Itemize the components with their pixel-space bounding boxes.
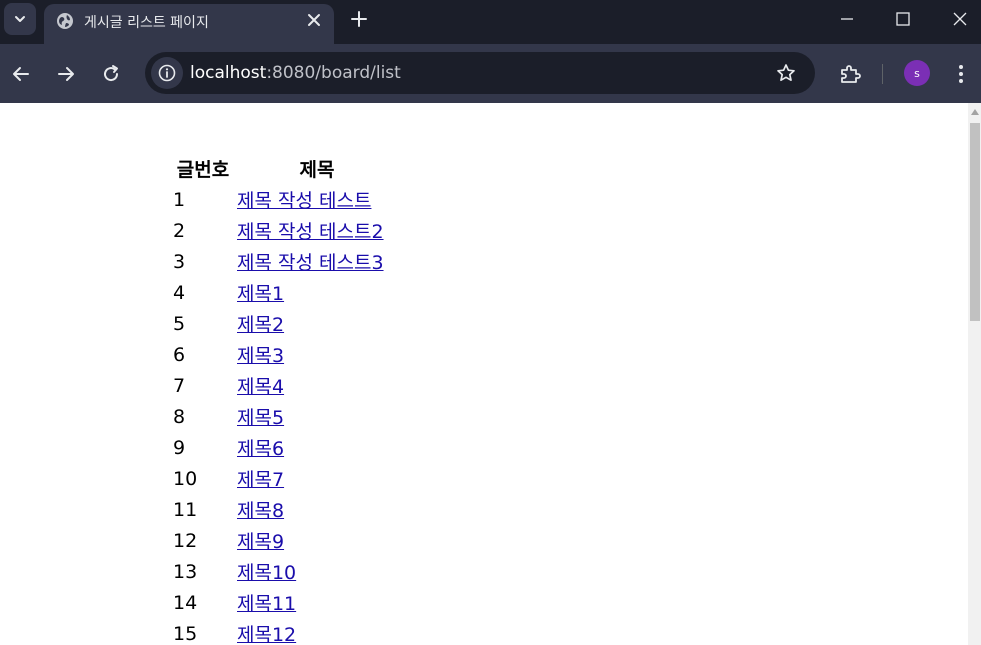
post-title-cell: 제목3 bbox=[236, 340, 398, 369]
star-icon[interactable] bbox=[776, 63, 796, 83]
post-title-cell: 제목7 bbox=[236, 464, 398, 493]
post-title-cell: 제목 작성 테스트3 bbox=[236, 247, 398, 276]
post-number-cell: 15 bbox=[173, 622, 198, 645]
table-row: 4 제목1 bbox=[172, 278, 398, 307]
post-title-link[interactable]: 제목5 bbox=[237, 407, 284, 429]
info-icon bbox=[158, 64, 176, 82]
post-number-cell: 3 bbox=[173, 250, 186, 273]
table-header-row: 글번호 제목 bbox=[172, 154, 398, 183]
active-tab[interactable]: 게시글 리스트 페이지 bbox=[44, 4, 334, 44]
post-title-cell: 제목12 bbox=[236, 619, 398, 645]
table-row: 1 제목 작성 테스트 bbox=[172, 185, 398, 214]
kebab-menu-icon[interactable] bbox=[951, 63, 971, 85]
table-row: 10 제목7 bbox=[172, 464, 398, 493]
post-title-cell: 제목9 bbox=[236, 526, 398, 555]
page-viewport: 글번호 제목 1 제목 작성 테스트 2 제목 작성 테스트2 3 제목 작성 테스트3 4… bbox=[0, 103, 968, 645]
scroll-thumb[interactable] bbox=[970, 123, 980, 321]
post-title-cell: 제목8 bbox=[236, 495, 398, 524]
post-title-cell: 제목2 bbox=[236, 309, 398, 338]
post-title-cell: 제목11 bbox=[236, 588, 398, 617]
table-row: 13 제목10 bbox=[172, 557, 398, 586]
post-title-cell: 제목5 bbox=[236, 402, 398, 431]
header-post-number: 글번호 bbox=[176, 159, 230, 181]
post-title-link[interactable]: 제목2 bbox=[237, 314, 284, 336]
post-title-link[interactable]: 제목1 bbox=[237, 283, 284, 305]
tab-search-button[interactable] bbox=[4, 3, 36, 35]
tab-strip: 게시글 리스트 페이지 bbox=[0, 0, 981, 44]
close-window-icon[interactable] bbox=[953, 12, 967, 26]
post-title-link[interactable]: 제목 작성 테스트 bbox=[237, 190, 371, 212]
board-list-table: 글번호 제목 1 제목 작성 테스트 2 제목 작성 테스트2 3 제목 작성 테스트3 4… bbox=[170, 152, 400, 645]
forward-icon[interactable] bbox=[56, 64, 76, 84]
tab-search-icon bbox=[15, 16, 25, 22]
post-title-link[interactable]: 제목 작성 테스트3 bbox=[237, 252, 384, 274]
close-icon[interactable] bbox=[306, 12, 322, 28]
scroll-up-arrow-icon[interactable] bbox=[971, 109, 979, 115]
profile-avatar[interactable]: s bbox=[904, 60, 930, 86]
post-number-cell: 11 bbox=[173, 498, 198, 521]
post-number-cell: 13 bbox=[173, 560, 198, 583]
post-number-cell: 7 bbox=[173, 374, 186, 397]
vertical-scrollbar[interactable] bbox=[968, 103, 981, 645]
address-bar[interactable]: localhost:8080/board/list bbox=[145, 52, 815, 94]
table-row: 9 제목6 bbox=[172, 433, 398, 462]
table-row: 14 제목11 bbox=[172, 588, 398, 617]
post-title-link[interactable]: 제목8 bbox=[237, 500, 284, 522]
table-row: 12 제목9 bbox=[172, 526, 398, 555]
extensions-icon[interactable] bbox=[839, 63, 861, 85]
table-row: 5 제목2 bbox=[172, 309, 398, 338]
plus-icon[interactable] bbox=[350, 10, 368, 28]
post-title-cell: 제목 작성 테스트 bbox=[236, 185, 398, 214]
table-row: 7 제목4 bbox=[172, 371, 398, 400]
post-title-link[interactable]: 제목6 bbox=[237, 438, 284, 460]
post-number-cell: 4 bbox=[173, 281, 186, 304]
table-row: 11 제목8 bbox=[172, 495, 398, 524]
header-title: 제목 bbox=[299, 159, 335, 181]
board-list-body: 1 제목 작성 테스트 2 제목 작성 테스트2 3 제목 작성 테스트3 4 제목1 5 제목2… bbox=[172, 185, 398, 645]
globe-icon bbox=[57, 13, 73, 29]
post-number-cell: 10 bbox=[173, 467, 198, 490]
post-number-cell: 1 bbox=[173, 188, 186, 211]
url-path: :8080/board/list bbox=[266, 63, 401, 83]
toolbar-divider bbox=[882, 64, 883, 84]
post-number-cell: 2 bbox=[173, 219, 186, 242]
minimize-icon[interactable] bbox=[840, 12, 854, 26]
post-title-cell: 제목4 bbox=[236, 371, 398, 400]
browser-toolbar: localhost:8080/board/list s bbox=[0, 44, 981, 103]
post-title-link[interactable]: 제목 작성 테스트2 bbox=[237, 221, 384, 243]
post-title-link[interactable]: 제목11 bbox=[237, 593, 296, 615]
table-row: 6 제목3 bbox=[172, 340, 398, 369]
post-title-link[interactable]: 제목3 bbox=[237, 345, 284, 367]
post-number-cell: 5 bbox=[173, 312, 186, 335]
post-title-link[interactable]: 제목4 bbox=[237, 376, 284, 398]
post-title-cell: 제목6 bbox=[236, 433, 398, 462]
url-host: localhost bbox=[190, 63, 267, 83]
post-number-cell: 14 bbox=[173, 591, 198, 614]
post-title-cell: 제목10 bbox=[236, 557, 398, 586]
table-row: 15 제목12 bbox=[172, 619, 398, 645]
back-icon[interactable] bbox=[11, 64, 31, 84]
post-title-link[interactable]: 제목7 bbox=[237, 469, 284, 491]
post-number-cell: 8 bbox=[173, 405, 186, 428]
maximize-icon[interactable] bbox=[896, 12, 910, 26]
site-info-button[interactable] bbox=[151, 57, 183, 89]
post-title-cell: 제목 작성 테스트2 bbox=[236, 216, 398, 245]
post-title-cell: 제목1 bbox=[236, 278, 398, 307]
url-text[interactable]: localhost:8080/board/list bbox=[190, 63, 401, 83]
post-number-cell: 9 bbox=[173, 436, 186, 459]
post-title-link[interactable]: 제목12 bbox=[237, 624, 296, 645]
tab-title: 게시글 리스트 페이지 bbox=[84, 15, 209, 31]
post-number-cell: 12 bbox=[173, 529, 198, 552]
table-row: 8 제목5 bbox=[172, 402, 398, 431]
post-title-link[interactable]: 제목9 bbox=[237, 531, 284, 553]
post-number-cell: 6 bbox=[173, 343, 186, 366]
reload-icon[interactable] bbox=[101, 64, 121, 84]
table-row: 3 제목 작성 테스트3 bbox=[172, 247, 398, 276]
post-title-link[interactable]: 제목10 bbox=[237, 562, 296, 584]
table-row: 2 제목 작성 테스트2 bbox=[172, 216, 398, 245]
